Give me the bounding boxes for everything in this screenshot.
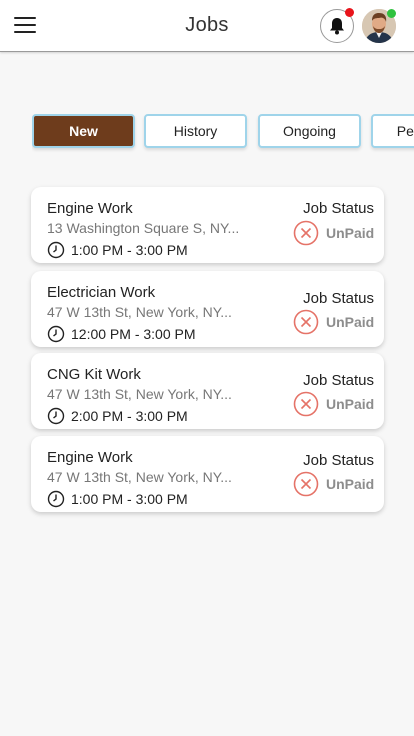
job-time: 2:00 PM - 3:00 PM — [71, 408, 188, 424]
job-status-label: Job Status — [303, 452, 374, 469]
job-time: 12:00 PM - 3:00 PM — [71, 326, 196, 342]
job-time-row: 1:00 PM - 3:00 PM — [47, 240, 188, 260]
job-status-label: Job Status — [303, 290, 374, 307]
job-title: Engine Work — [47, 449, 133, 466]
notification-button[interactable] — [320, 8, 354, 43]
job-time-row: 1:00 PM - 3:00 PM — [47, 489, 188, 509]
job-address: 47 W 13th St, New York, NY... — [47, 386, 232, 402]
job-time-row: 12:00 PM - 3:00 PM — [47, 324, 196, 344]
job-tabs: New History Ongoing Pending — [32, 114, 414, 154]
notification-badge — [345, 8, 354, 17]
online-status-dot — [387, 9, 396, 18]
app-header: Jobs — [0, 0, 414, 52]
close-circle-icon — [293, 471, 319, 497]
job-address: 13 Washington Square S, NY... — [47, 220, 240, 236]
job-time: 1:00 PM - 3:00 PM — [71, 242, 188, 258]
clock-icon — [47, 325, 65, 343]
bell-icon — [330, 18, 344, 35]
job-status-value: UnPaid — [326, 314, 375, 330]
tab-new[interactable]: New — [32, 114, 135, 148]
job-address: 47 W 13th St, New York, NY... — [47, 469, 232, 485]
job-status-label: Job Status — [303, 372, 374, 389]
clock-icon — [47, 490, 65, 508]
job-card[interactable]: CNG Kit Work 47 W 13th St, New York, NY.… — [31, 353, 384, 429]
job-status: UnPaid — [293, 220, 374, 246]
tab-pending[interactable]: Pending — [371, 114, 414, 148]
tab-history[interactable]: History — [144, 114, 247, 148]
job-title: CNG Kit Work — [47, 366, 141, 383]
job-card[interactable]: Electrician Work 47 W 13th St, New York,… — [31, 271, 384, 347]
job-card[interactable]: Engine Work 13 Washington Square S, NY..… — [31, 187, 384, 263]
job-title: Engine Work — [47, 200, 133, 217]
job-status: UnPaid — [293, 391, 374, 417]
job-status: UnPaid — [293, 309, 374, 335]
close-circle-icon — [293, 220, 319, 246]
job-card[interactable]: Engine Work 47 W 13th St, New York, NY..… — [31, 436, 384, 512]
job-time-row: 2:00 PM - 3:00 PM — [47, 406, 188, 426]
job-address: 47 W 13th St, New York, NY... — [47, 304, 232, 320]
close-circle-icon — [293, 309, 319, 335]
job-status-value: UnPaid — [326, 225, 375, 241]
tab-ongoing[interactable]: Ongoing — [258, 114, 361, 148]
job-title: Electrician Work — [47, 284, 156, 301]
job-status-value: UnPaid — [326, 396, 375, 412]
job-time: 1:00 PM - 3:00 PM — [71, 491, 188, 507]
clock-icon — [47, 407, 65, 425]
job-status-value: UnPaid — [326, 476, 375, 492]
job-status-label: Job Status — [303, 200, 374, 217]
job-status: UnPaid — [293, 471, 374, 497]
close-circle-icon — [293, 391, 319, 417]
clock-icon — [47, 241, 65, 259]
